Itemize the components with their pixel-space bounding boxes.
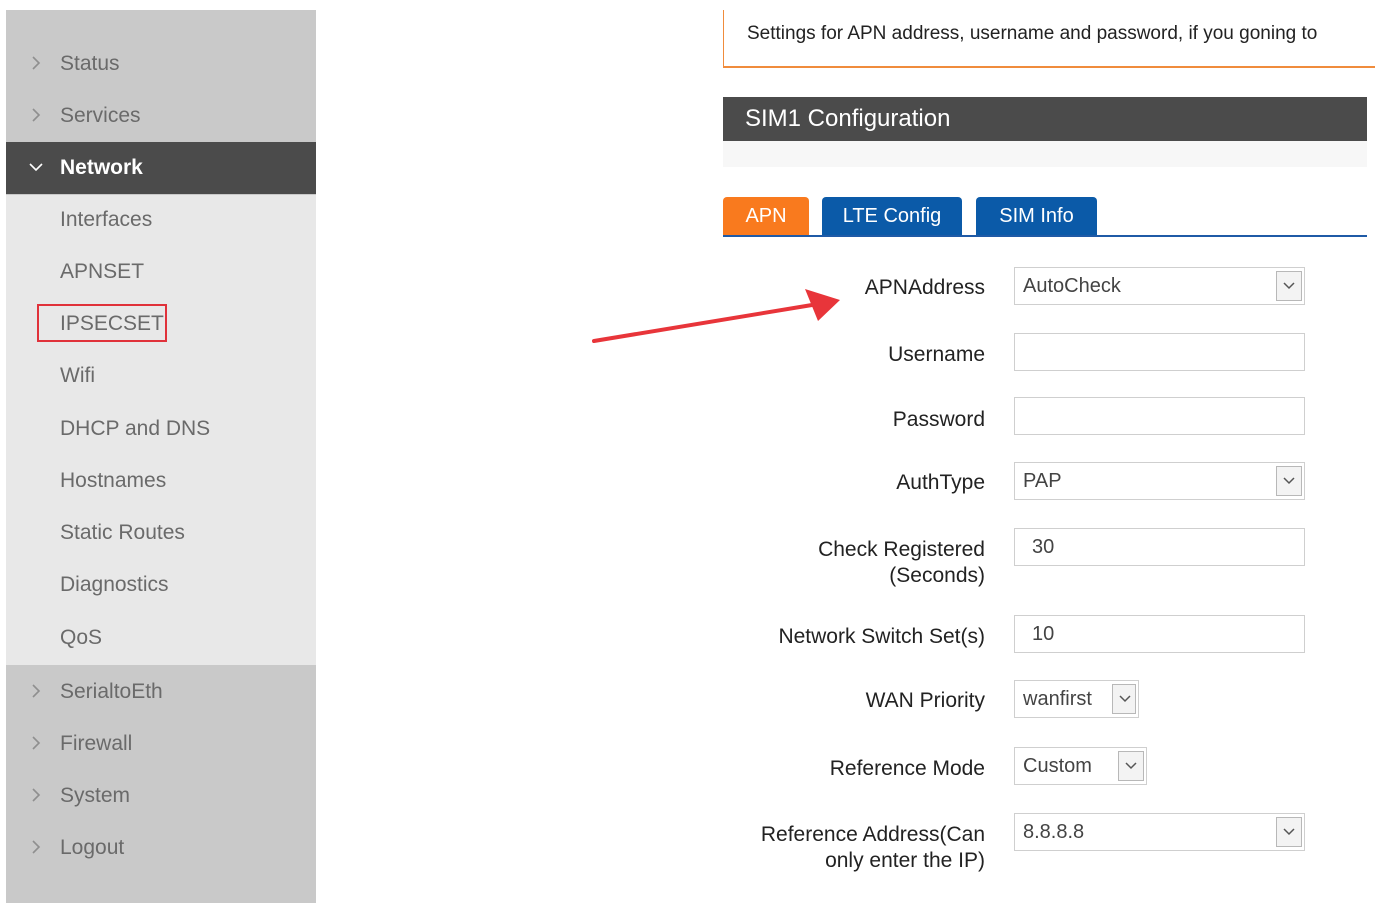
username-input[interactable] — [1014, 333, 1305, 371]
sub-diagnostics-label: Diagnostics — [60, 573, 169, 596]
wan-priority-label: WAN Priority — [865, 689, 985, 712]
sub-static-routes-label: Static Routes — [60, 521, 185, 544]
sub-interfaces[interactable]: Interfaces — [6, 195, 316, 247]
apn-address-label: APNAddress — [864, 276, 985, 299]
check-registered-label-line1: Check Registered — [818, 538, 985, 561]
nav-network[interactable]: Network — [6, 142, 316, 194]
tab-lte-config[interactable]: LTE Config — [822, 197, 962, 236]
sub-wifi-label: Wifi — [60, 364, 95, 387]
check-registered-label-line2: (Seconds) — [889, 564, 985, 587]
chevron-down-icon — [1276, 466, 1302, 496]
reference-address-label-line2: only enter the IP) — [825, 849, 985, 872]
auth-type-value: PAP — [1023, 470, 1062, 492]
nav-status[interactable]: Status — [6, 38, 316, 90]
tabs-underline — [723, 235, 1367, 237]
nav-firewall[interactable]: Firewall — [6, 718, 316, 770]
chevron-right-icon — [32, 684, 41, 698]
chevron-down-icon — [1276, 271, 1302, 301]
sub-dhcp-dns-label: DHCP and DNS — [60, 417, 211, 440]
section-spacer — [723, 141, 1367, 167]
reference-mode-value: Custom — [1023, 755, 1092, 777]
reference-address-label-line1: Reference Address(Can — [760, 823, 985, 846]
tab-sim-info[interactable]: SIM Info — [976, 197, 1097, 236]
nav-logout[interactable]: Logout — [6, 822, 316, 874]
check-registered-label: Check Registered (Seconds) — [818, 537, 985, 589]
reference-address-select[interactable]: 8.8.8.8 — [1014, 813, 1305, 851]
apn-address-value: AutoCheck — [1023, 275, 1121, 297]
network-switch-label: Network Switch Set(s) — [778, 625, 985, 648]
nav-system-label: System — [60, 784, 131, 807]
sub-static-routes[interactable]: Static Routes — [6, 508, 316, 560]
chevron-down-icon — [29, 163, 43, 172]
check-registered-input[interactable] — [1014, 528, 1305, 566]
nav-network-label: Network — [60, 156, 143, 179]
section-title: SIM1 Configuration — [745, 105, 951, 132]
chevron-down-icon — [1118, 751, 1144, 781]
sub-hostnames[interactable]: Hostnames — [6, 456, 316, 508]
auth-type-select[interactable]: PAP — [1014, 462, 1305, 500]
section-header: SIM1 Configuration — [723, 97, 1367, 141]
sub-hostnames-label: Hostnames — [60, 469, 167, 492]
nav-services[interactable]: Services — [6, 90, 316, 142]
password-input[interactable] — [1014, 397, 1305, 435]
reference-mode-select[interactable]: Custom — [1014, 747, 1147, 785]
reference-mode-label: Reference Mode — [829, 757, 985, 780]
nav-firewall-label: Firewall — [60, 732, 133, 755]
reference-address-value: 8.8.8.8 — [1023, 821, 1085, 843]
sub-dhcp-dns[interactable]: DHCP and DNS — [6, 404, 316, 456]
password-label: Password — [892, 408, 985, 431]
sidebar: Status Services Network Interfaces APNSE… — [6, 10, 316, 903]
sub-wifi[interactable]: Wifi — [6, 351, 316, 403]
nav-serialtoeth[interactable]: SerialtoEth — [6, 666, 316, 718]
chevron-right-icon — [32, 56, 41, 70]
nav-services-label: Services — [60, 104, 141, 127]
annotation-arrow-icon — [592, 289, 840, 343]
sub-apnset-label: APNSET — [60, 260, 145, 283]
network-switch-input[interactable] — [1014, 615, 1305, 653]
wan-priority-select[interactable]: wanfirst — [1014, 680, 1139, 718]
sub-apnset[interactable]: APNSET — [6, 247, 316, 342]
network-submenu: Interfaces APNSET IPSECSET Wifi DHCP and… — [6, 195, 316, 665]
wan-priority-value: wanfirst — [1023, 688, 1092, 710]
sub-qos[interactable]: QoS — [6, 613, 316, 665]
sub-ipsecset[interactable]: IPSECSET — [6, 299, 316, 351]
nav-logout-label: Logout — [60, 836, 125, 859]
tab-apn[interactable]: APN — [723, 197, 809, 236]
username-label: Username — [888, 343, 985, 366]
notice-text: Settings for APN address, username and p… — [747, 23, 1318, 44]
sub-ipsecset-label: IPSECSET — [60, 312, 164, 335]
nav-status-label: Status — [60, 52, 120, 75]
auth-type-label: AuthType — [896, 471, 985, 494]
sub-interfaces-label: Interfaces — [60, 208, 153, 231]
sub-diagnostics[interactable]: Diagnostics — [6, 560, 316, 612]
notice-box: Settings for APN address, username and p… — [723, 10, 1375, 68]
chevron-down-icon — [1276, 817, 1302, 847]
reference-address-label: Reference Address(Can only enter the IP) — [761, 822, 985, 874]
chevron-right-icon — [32, 108, 41, 122]
nav-system[interactable]: System — [6, 770, 316, 822]
apn-address-select[interactable]: AutoCheck — [1014, 267, 1305, 305]
nav-serialtoeth-label: SerialtoEth — [60, 680, 163, 703]
sub-qos-label: QoS — [60, 626, 103, 649]
chevron-right-icon — [32, 788, 41, 802]
chevron-right-icon — [32, 736, 41, 750]
chevron-right-icon — [32, 840, 41, 854]
chevron-down-icon — [1112, 684, 1136, 714]
